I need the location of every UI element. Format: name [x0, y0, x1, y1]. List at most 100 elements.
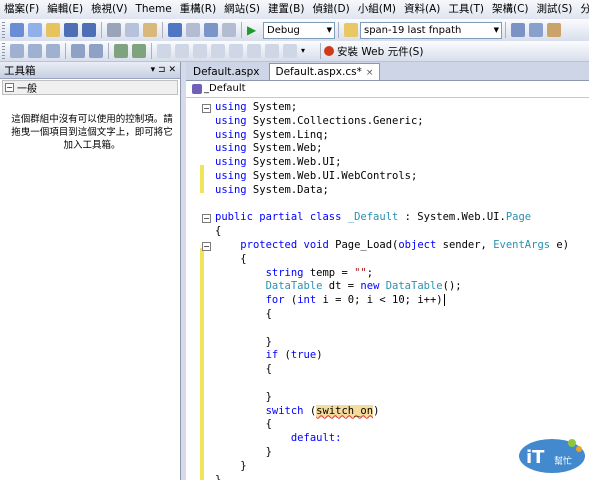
redo-icon[interactable]	[186, 23, 200, 37]
combo-value: Debug	[267, 24, 300, 36]
code-token: : System.Web.UI.	[398, 211, 506, 224]
save-all-icon[interactable]	[82, 23, 96, 37]
next-bookmark-icon[interactable]	[193, 44, 207, 58]
code-line[interactable]: if (true)	[215, 349, 569, 363]
toggle-bookmark-icon[interactable]	[265, 44, 279, 58]
comment-out-icon[interactable]	[114, 44, 128, 58]
menu-item[interactable]: 重構(R)	[176, 0, 221, 19]
copy-icon[interactable]	[125, 23, 139, 37]
code-editor[interactable]: − using System; using System.Collections.G…	[186, 98, 589, 480]
start-debugging-icon[interactable]: ▶	[247, 23, 261, 37]
find-in-files-icon[interactable]	[344, 23, 358, 37]
code-token: using	[215, 156, 247, 169]
code-line[interactable]: }	[215, 336, 569, 350]
menu-item[interactable]: 資料(A)	[400, 0, 444, 19]
navigation-bar[interactable]: _Default	[186, 81, 589, 98]
code-line[interactable]: − using System;	[202, 101, 569, 115]
new-project-icon[interactable]	[10, 23, 24, 37]
previous-bookmark-icon[interactable]	[175, 44, 189, 58]
paste-icon[interactable]	[143, 23, 157, 37]
increase-indent-icon[interactable]	[89, 44, 103, 58]
code-line[interactable]: string temp = "";	[215, 267, 569, 281]
save-icon[interactable]	[64, 23, 78, 37]
next-doc-bookmark-icon[interactable]	[283, 44, 297, 58]
menu-item[interactable]: Theme	[131, 0, 175, 19]
bookmark-folder-icon[interactable]	[211, 44, 225, 58]
code-line[interactable]: {	[215, 225, 569, 239]
toolbar-overflow-icon[interactable]: ▾	[301, 44, 315, 58]
code-line[interactable]: using System.Collections.Generic;	[215, 115, 569, 129]
bookmark-icon[interactable]	[157, 44, 171, 58]
navigate-forward-icon[interactable]	[222, 23, 236, 37]
code-line[interactable]: using System.Web.UI;	[215, 156, 569, 170]
toolbar-grip[interactable]	[2, 22, 5, 38]
menu-item[interactable]: 偵錯(D)	[308, 0, 353, 19]
bookmark-window-icon[interactable]	[247, 44, 261, 58]
uncomment-icon[interactable]	[132, 44, 146, 58]
code-line[interactable]	[215, 377, 569, 391]
code-line[interactable]: − protected void Page_Load(object sender…	[202, 238, 569, 253]
code-line[interactable]: − public partial class _Default : System.…	[202, 211, 569, 225]
panel-controls[interactable]: ▾ ⊐ ✕	[151, 65, 176, 75]
code-token: if	[265, 349, 279, 362]
fold-toggle-icon[interactable]: −	[202, 241, 211, 251]
menu-item[interactable]: 檔案(F)	[0, 0, 43, 19]
menu-item[interactable]: 檢視(V)	[87, 0, 131, 19]
solution-explorer-icon[interactable]	[511, 23, 525, 37]
toolbar-grip[interactable]	[2, 43, 5, 59]
code-line[interactable]: DataTable dt = new DataTable();	[215, 280, 569, 294]
close-icon[interactable]: ×	[366, 68, 374, 78]
code-line[interactable]: using System.Web.UI.WebControls;	[215, 170, 569, 184]
toolbar-separator	[162, 22, 163, 38]
code-line[interactable]: using System.Data;	[215, 184, 569, 198]
menu-item[interactable]: 分析(N)	[576, 0, 589, 19]
fold-toggle-icon[interactable]: −	[202, 104, 211, 113]
find-combo[interactable]: span-19 last fnpath ▼	[360, 21, 502, 39]
navigate-backward-icon[interactable]	[204, 23, 218, 37]
open-folder-icon[interactable]	[46, 23, 60, 37]
document-tab[interactable]: Default.aspx	[186, 63, 267, 80]
menu-item[interactable]: 架構(C)	[488, 0, 533, 19]
code-line[interactable]: using System.Web;	[215, 142, 569, 156]
cut-icon[interactable]	[107, 23, 121, 37]
solution-configuration-combo[interactable]: Debug ▼	[263, 21, 335, 39]
toolbox-group-general[interactable]: − 一般	[2, 80, 178, 95]
menu-item[interactable]: 建置(B)	[264, 0, 308, 19]
properties-icon[interactable]	[529, 23, 543, 37]
code-line[interactable]: {	[215, 253, 569, 267]
menu-item[interactable]: 網站(S)	[220, 0, 264, 19]
clear-bookmarks-icon[interactable]	[229, 44, 243, 58]
code-text[interactable]: − using System; using System.Collections.G…	[202, 101, 569, 480]
code-token: i = 0; i < 10; i++)	[316, 294, 443, 307]
fold-toggle-icon[interactable]: −	[202, 214, 211, 224]
quick-info-icon[interactable]	[46, 44, 60, 58]
undo-icon[interactable]	[168, 23, 182, 37]
code-line[interactable]: using System.Linq;	[215, 129, 569, 143]
code-line[interactable]: switch (switch_on)	[215, 404, 569, 419]
code-line[interactable]: {	[215, 418, 569, 432]
code-line[interactable]: }	[215, 391, 569, 405]
code-token: sender,	[436, 238, 494, 251]
menu-item[interactable]: 測試(S)	[533, 0, 577, 19]
add-item-icon[interactable]	[28, 23, 42, 37]
document-tab[interactable]: Default.aspx.cs* ×	[268, 63, 381, 80]
code-line[interactable]	[215, 322, 569, 336]
code-line[interactable]: for (int i = 0; i < 10; i++)	[215, 294, 569, 308]
toolbox-icon[interactable]	[547, 23, 561, 37]
menu-item[interactable]: 工具(T)	[444, 0, 488, 19]
menu-item[interactable]: 小組(M)	[354, 0, 400, 19]
code-token: _Default	[347, 211, 399, 224]
code-line[interactable]: {	[215, 308, 569, 322]
member-list-icon[interactable]	[10, 44, 24, 58]
code-line[interactable]: {	[215, 363, 569, 377]
decrease-indent-icon[interactable]	[71, 44, 85, 58]
parameter-info-icon[interactable]	[28, 44, 42, 58]
collapse-icon[interactable]: −	[5, 83, 14, 92]
menu-item[interactable]: 編輯(E)	[43, 0, 87, 19]
code-line[interactable]	[215, 198, 569, 212]
type-dropdown[interactable]: _Default	[204, 81, 246, 97]
install-web-components-button[interactable]: 安裝 Web 元件(S)	[324, 44, 423, 59]
